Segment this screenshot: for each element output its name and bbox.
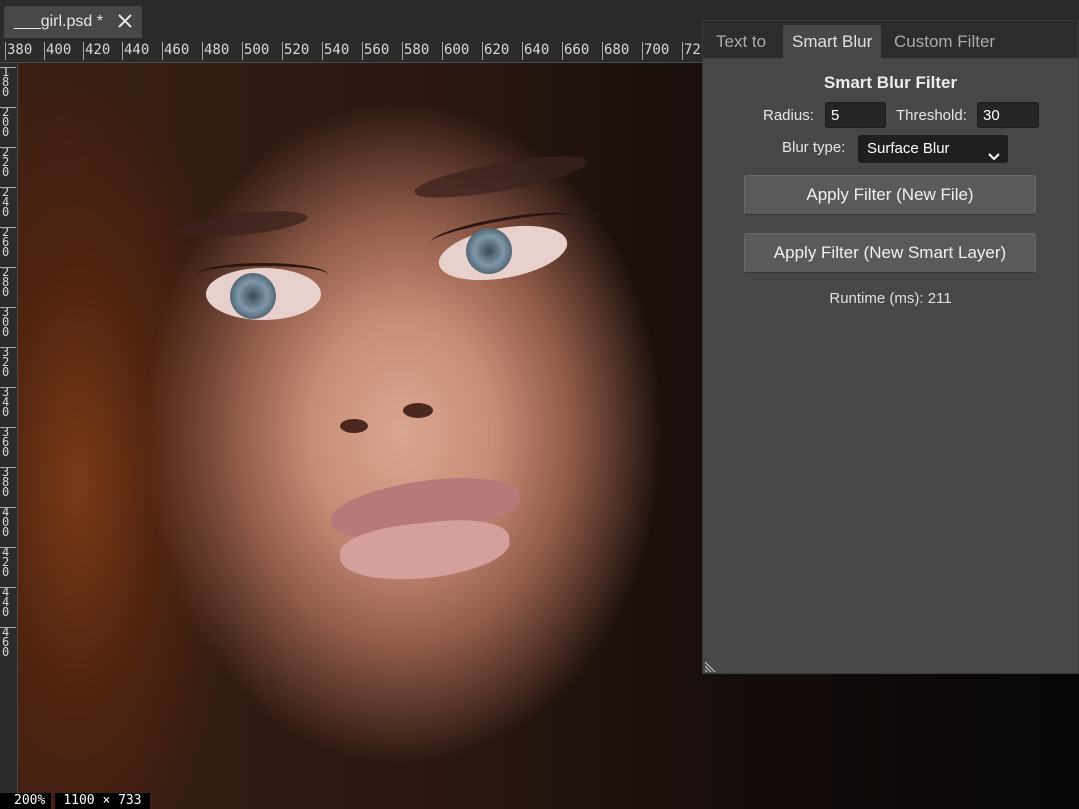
apply-smart-layer-button[interactable]: Apply Filter (New Smart Layer) xyxy=(744,233,1036,273)
panel-title: Smart Blur Filter xyxy=(823,73,958,92)
ruler-tick-label: 460 xyxy=(0,626,16,658)
ruler-tick-label: 180 xyxy=(0,66,16,98)
ruler-tick-label: 460 xyxy=(161,42,190,60)
close-icon[interactable] xyxy=(116,12,134,30)
ruler-tick-label: 220 xyxy=(0,146,16,178)
tab-smart-blur[interactable]: Smart Blur xyxy=(783,25,882,58)
threshold-input[interactable] xyxy=(977,102,1039,128)
ruler-tick-label: 400 xyxy=(43,42,72,60)
left-eyelash xyxy=(198,263,328,286)
ruler-tick-label: 420 xyxy=(82,42,111,60)
status-bar: 200% 1100 × 733 xyxy=(0,793,150,809)
ruler-tick-label: 560 xyxy=(361,42,390,60)
radius-input[interactable] xyxy=(825,102,886,128)
ruler-tick-label: 600 xyxy=(441,42,470,60)
ruler-tick-label: 320 xyxy=(0,346,16,378)
right-eyebrow xyxy=(411,148,590,206)
document-tab[interactable]: ___girl.psd * xyxy=(4,6,142,38)
zoom-level: 200% xyxy=(0,793,52,809)
ruler-tick-label: 440 xyxy=(0,586,16,618)
ruler-tick-label: 580 xyxy=(401,42,430,60)
apply-new-file-button[interactable]: Apply Filter (New File) xyxy=(744,175,1036,215)
panel-tab-bar: Text to Smart Blur Custom Filter xyxy=(703,21,1078,58)
chevron-down-icon xyxy=(988,144,1000,161)
ruler-tick-label: 500 xyxy=(241,42,270,60)
runtime-text: Runtime (ms): 211 xyxy=(829,290,952,307)
ruler-tick-label: 480 xyxy=(201,42,230,60)
vertical-ruler: 180 200 220 240 260 280 300 320 340 360 … xyxy=(0,63,18,793)
ruler-tick-label: 640 xyxy=(521,42,550,60)
threshold-label: Threshold: xyxy=(896,107,967,124)
ruler-tick-label: 300 xyxy=(0,306,16,338)
blur-type-value: Surface Blur xyxy=(867,140,950,157)
left-eyebrow xyxy=(177,206,309,242)
ruler-tick-label: 360 xyxy=(0,426,16,458)
ruler-tick-label: 700 xyxy=(641,42,670,60)
ruler-tick-label: 260 xyxy=(0,226,16,258)
ruler-tick-label: 72 xyxy=(682,42,701,60)
tab-custom-filter[interactable]: Custom Filter xyxy=(885,25,1004,58)
ruler-tick-label: 200 xyxy=(0,106,16,138)
ruler-tick-label: 660 xyxy=(561,42,590,60)
ruler-tick-label: 520 xyxy=(281,42,310,60)
resize-grip-icon[interactable] xyxy=(704,659,717,673)
ruler-tick-label: 620 xyxy=(481,42,510,60)
ruler-tick-label: 420 xyxy=(0,546,16,578)
ruler-tick-label: 440 xyxy=(121,42,150,60)
radius-label: Radius: xyxy=(763,107,814,124)
ruler-tick-label: 400 xyxy=(0,506,16,538)
ruler-tick-label: 240 xyxy=(0,186,16,218)
filter-panel: Text to Smart Blur Custom Filter Smart B… xyxy=(702,20,1079,674)
ruler-tick-label: 380 xyxy=(4,42,33,60)
image-dimensions: 1100 × 733 xyxy=(55,793,150,809)
blur-type-label: Blur type: xyxy=(782,139,846,156)
ruler-tick-label: 380 xyxy=(0,466,16,498)
right-nostril xyxy=(403,403,433,418)
ruler-tick-label: 340 xyxy=(0,386,16,418)
ruler-tick-label: 280 xyxy=(0,266,16,298)
ruler-tick-label: 680 xyxy=(601,42,630,60)
ruler-tick-label: 540 xyxy=(321,42,350,60)
left-nostril xyxy=(340,419,368,433)
blur-type-select[interactable]: Surface Blur xyxy=(858,135,1008,163)
document-tab-title: ___girl.psd * xyxy=(14,13,103,30)
tab-text-to[interactable]: Text to xyxy=(707,25,775,58)
